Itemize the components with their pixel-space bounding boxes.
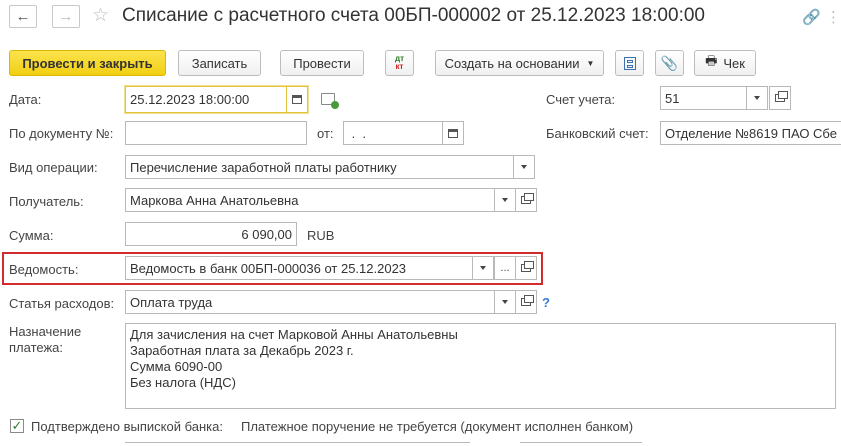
bank-account-label: Банковский счет:	[546, 126, 649, 141]
account-open-button[interactable]	[769, 86, 791, 110]
date-label: Дата:	[9, 92, 42, 107]
from-date-value: . .	[348, 125, 367, 141]
sum-value: 6 090,00	[241, 226, 292, 242]
expense-field[interactable]: Оплата труда	[125, 290, 516, 314]
open-icon	[775, 91, 788, 102]
back-button[interactable]: ←	[9, 5, 37, 28]
check-label: Чек	[723, 55, 745, 71]
payment-order-note: Платежное поручение не требуется (докуме…	[241, 419, 634, 434]
chevron-down-icon	[502, 198, 508, 202]
dropdown-arrow-icon: ▼	[586, 58, 595, 68]
confirmed-label: Подтверждено выпиской банка:	[31, 419, 223, 434]
from-date-label: от:	[317, 126, 334, 141]
link-icon[interactable]: 🔗	[802, 8, 821, 26]
account-field[interactable]: 51	[660, 86, 768, 110]
document-structure-icon	[623, 56, 636, 70]
check-button[interactable]: 🖶 Чек	[694, 50, 756, 76]
currency-label: RUB	[307, 228, 335, 243]
ellipsis-icon: ...	[500, 262, 510, 274]
sum-label: Сумма:	[9, 228, 54, 243]
operation-label: Вид операции:	[9, 160, 98, 175]
arrow-right-icon: →	[58, 8, 74, 25]
bottom-field-edge	[125, 442, 470, 446]
account-dropdown-button[interactable]	[746, 87, 767, 109]
expense-dropdown-button[interactable]	[494, 291, 515, 313]
bottom-field-edge-2	[520, 442, 642, 446]
statement-select-button[interactable]: ...	[494, 257, 515, 279]
date-calendar-button[interactable]	[286, 87, 307, 112]
arrow-left-icon: ←	[15, 8, 31, 25]
forward-button[interactable]: →	[52, 5, 80, 28]
open-icon	[521, 193, 534, 204]
recipient-field[interactable]: Маркова Анна Анатольевна	[125, 188, 516, 212]
expense-open-button[interactable]	[515, 290, 537, 314]
dt-kt-button[interactable]: дт кт	[385, 50, 414, 76]
expense-label: Статья расходов:	[9, 296, 115, 311]
recipient-open-button[interactable]	[515, 188, 537, 212]
recipient-value: Маркова Анна Анатольевна	[130, 192, 299, 208]
chevron-down-icon	[480, 266, 486, 270]
confirmed-checkbox[interactable]: ✓	[10, 419, 24, 433]
operation-value: Перечисление заработной платы работнику	[130, 159, 397, 175]
kt-icon-text: кт	[395, 62, 404, 71]
operation-dropdown-button[interactable]	[513, 156, 534, 178]
from-date-field[interactable]: . .	[343, 121, 464, 145]
open-icon	[521, 261, 534, 272]
receipt-printer-icon: 🖶	[705, 53, 718, 68]
paperclip-icon: 📎	[660, 54, 679, 71]
calendar-icon	[292, 95, 302, 104]
account-label: Счет учета:	[546, 92, 616, 107]
statement-open-button[interactable]	[515, 256, 537, 280]
structure-button[interactable]	[615, 50, 644, 76]
date-value: 25.12.2023 18:00:00	[130, 92, 250, 107]
calendar-icon	[448, 128, 458, 138]
recipient-dropdown-button[interactable]	[494, 189, 515, 211]
doc-number-field[interactable]	[125, 121, 307, 145]
chevron-down-icon	[754, 96, 760, 100]
chevron-down-icon	[502, 300, 508, 304]
date-field[interactable]: 25.12.2023 18:00:00	[125, 86, 308, 113]
purpose-textarea[interactable]: Для зачисления на счет Марковой Анны Ана…	[125, 323, 836, 409]
statement-field[interactable]: Ведомость в банк 00БП-000036 от 25.12.20…	[125, 256, 516, 280]
set-date-icon[interactable]	[321, 93, 339, 109]
attach-button[interactable]: 📎	[655, 50, 684, 76]
favorite-star-icon[interactable]: ☆	[92, 5, 109, 27]
recipient-label: Получатель:	[9, 194, 84, 209]
doc-number-label: По документу №:	[9, 126, 114, 141]
checkmark-icon: ✓	[11, 418, 23, 433]
from-date-calendar-button[interactable]	[442, 122, 463, 144]
statement-value: Ведомость в банк 00БП-000036 от 25.12.20…	[130, 260, 407, 276]
post-and-close-button[interactable]: Провести и закрыть	[9, 50, 166, 76]
account-value: 51	[665, 90, 680, 106]
help-icon[interactable]: ?	[542, 295, 550, 310]
bank-account-field[interactable]: Отделение №8619 ПАО Сбе	[660, 121, 841, 145]
save-button[interactable]: Записать	[178, 50, 261, 76]
operation-field[interactable]: Перечисление заработной платы работнику	[125, 155, 535, 179]
expense-value: Оплата труда	[130, 294, 213, 310]
post-button[interactable]: Провести	[280, 50, 364, 76]
purpose-label: Назначение платежа:	[9, 324, 82, 355]
page-title: Списание с расчетного счета 00БП-000002 …	[122, 5, 705, 26]
open-icon	[521, 295, 534, 306]
create-based-on-button[interactable]: Создать на основании ▼	[435, 50, 604, 76]
sum-field[interactable]: 6 090,00	[125, 222, 297, 246]
more-icon[interactable]: ⋮	[826, 8, 841, 26]
chevron-down-icon	[521, 165, 527, 169]
create-based-on-label: Создать на основании	[444, 55, 580, 71]
statement-label: Ведомость:	[9, 262, 79, 277]
statement-dropdown-button[interactable]	[472, 257, 494, 279]
